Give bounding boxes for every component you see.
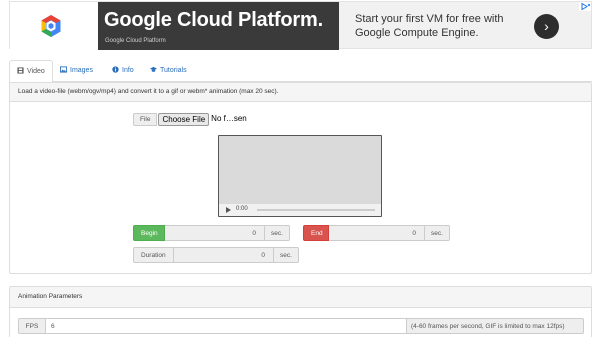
duration-unit: sec. <box>274 247 299 263</box>
duration-input-group: Duration 0 sec. <box>133 247 299 263</box>
tab-label: Video <box>27 68 45 75</box>
chevron-right-icon[interactable]: › <box>534 14 559 39</box>
begin-unit: sec. <box>265 225 290 241</box>
begin-label: Begin <box>133 225 165 241</box>
file-label: File <box>133 113 158 126</box>
tab-tutorials[interactable]: Tutorials <box>143 60 194 82</box>
duration-label: Duration <box>133 247 174 263</box>
animation-panel: Animation Parameters FPS 6 (4-60 frames … <box>9 286 592 337</box>
tab-label: Images <box>70 67 93 74</box>
file-input-group: File Choose File No f…sen <box>133 113 247 126</box>
end-unit: sec. <box>425 225 450 241</box>
ad-title: Google Cloud Platform. <box>104 9 323 31</box>
tab-info[interactable]: Info <box>105 60 141 82</box>
no-file-chosen-text: No f…sen <box>211 114 247 123</box>
ad-logo-area <box>10 2 98 50</box>
fps-hint: (4-60 frames per second, GIF is limited … <box>407 318 584 334</box>
end-input-group: End 0 sec. <box>303 225 450 241</box>
video-panel-heading: Load a video-file (webm/ogv/mp4) and con… <box>10 83 591 102</box>
tab-images[interactable]: Images <box>53 60 100 82</box>
tab-label: Tutorials <box>160 67 187 74</box>
fps-input[interactable]: 6 <box>46 318 407 334</box>
tab-label: Info <box>122 67 134 74</box>
play-icon[interactable] <box>226 207 231 213</box>
google-cloud-logo-icon <box>41 15 61 37</box>
fps-label: FPS <box>18 318 46 334</box>
video-panel: Load a video-file (webm/ogv/mp4) and con… <box>9 82 592 274</box>
begin-input[interactable]: 0 <box>165 225 265 241</box>
ad-text: Start your first VM for free with Google… <box>355 12 504 40</box>
end-label: End <box>303 225 329 241</box>
video-controls: 0:00 <box>219 204 381 216</box>
ad-line-1: Start your first VM for free with <box>355 13 504 25</box>
duration-input: 0 <box>174 247 274 263</box>
video-time: 0:00 <box>236 206 248 212</box>
video-seek-bar[interactable] <box>257 209 375 211</box>
graduation-cap-icon <box>150 66 157 72</box>
ad-title-area: Google Cloud Platform. Google Cloud Plat… <box>98 2 339 50</box>
choose-file-button[interactable]: Choose File <box>158 113 210 126</box>
ad-subtitle: Google Cloud Platform <box>105 38 166 44</box>
ad-line-2: Google Compute Engine. <box>355 27 479 39</box>
tab-bar: Video Images Info Tutorials <box>9 60 592 83</box>
ad-banner[interactable]: Google Cloud Platform. Google Cloud Plat… <box>9 1 592 50</box>
picture-icon <box>60 66 67 73</box>
tab-video[interactable]: Video <box>9 60 53 83</box>
ad-choices-icon[interactable] <box>579 2 591 11</box>
info-icon <box>112 66 119 73</box>
video-player[interactable]: 0:00 <box>218 135 382 217</box>
film-icon <box>17 67 24 74</box>
fps-input-group: FPS 6 (4-60 frames per second, GIF is li… <box>18 318 584 334</box>
end-input[interactable]: 0 <box>329 225 425 241</box>
animation-panel-heading: Animation Parameters <box>10 287 591 308</box>
begin-input-group: Begin 0 sec. <box>133 225 290 241</box>
